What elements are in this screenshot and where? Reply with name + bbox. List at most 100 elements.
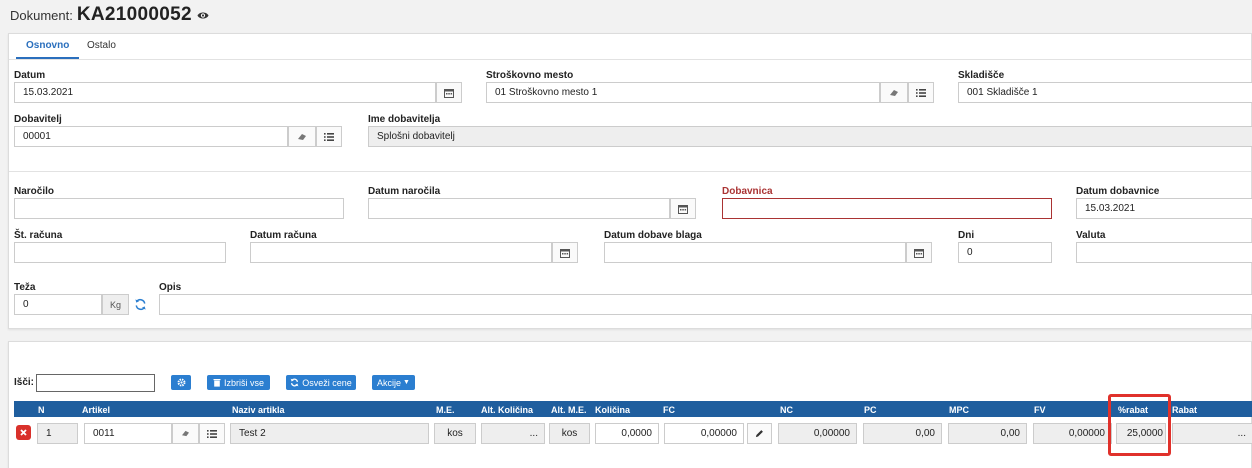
datum-label: Datum [14,70,46,81]
datum-narocila-label: Datum naročila [368,186,441,197]
column-header-mpc[interactable]: MPC [949,405,969,415]
nc-cell: 0,00000 [778,423,857,444]
ime-dobavitelja-field: Splošni dobavitelj [368,126,1252,147]
refresh-prices-button[interactable]: Osveži cene [286,375,356,390]
list-icon [916,88,926,97]
datum-narocila-calendar-button[interactable] [670,198,696,219]
main-form-panel [8,33,1252,329]
form-divider [9,171,1251,172]
tab-ostalo[interactable]: Ostalo [77,39,126,59]
column-header-rabat[interactable]: Rabat [1172,405,1197,415]
tab-osnovno[interactable]: Osnovno [16,39,80,59]
pc-cell: 0,00 [863,423,942,444]
alt-me-cell: kos [549,423,590,444]
column-header-fv[interactable]: FV [1034,405,1046,415]
refresh-icon [290,378,299,387]
column-header-alt-me[interactable]: Alt. M.E. [551,405,587,415]
column-header-nc[interactable]: NC [780,405,793,415]
delete-all-label: Izbriši vse [223,377,264,388]
stroskovno-mesto-label: Stroškovno mesto [486,70,574,81]
valuta-label: Valuta [1076,230,1106,241]
column-header-naziv-artikla[interactable]: Naziv artikla [232,405,285,415]
ime-dobavitelja-label: Ime dobavitelja [368,114,441,125]
eraser-icon [298,133,306,140]
actions-dropdown-button[interactable]: Akcije ▼ [372,375,415,390]
me-cell: kos [434,423,476,444]
caret-down-icon: ▼ [403,379,410,386]
dobavnica-field[interactable] [722,198,1052,219]
narocilo-field[interactable] [14,198,344,219]
edit-price-button[interactable] [747,423,772,444]
delete-row-button[interactable] [16,425,31,440]
refresh-prices-label: Osveži cene [302,377,352,388]
eye-icon[interactable] [197,9,209,23]
document-title: Dokument: KA21000052 [10,4,209,28]
column-header-alt-kolicina[interactable]: Alt. Količina [481,405,533,415]
search-input[interactable] [36,374,155,392]
artikel-list-button[interactable] [199,423,225,444]
column-header-fc[interactable]: FC [663,405,675,415]
st-racuna-label: Št. računa [14,230,63,241]
calendar-icon [914,248,924,258]
datum-racuna-calendar-button[interactable] [552,242,578,263]
calendar-icon [678,204,688,214]
calendar-icon [444,88,454,98]
valuta-field[interactable] [1076,242,1252,263]
stroskovno-mesto-field[interactable]: 01 Stroškovno mesto 1 [486,82,880,103]
fc-cell[interactable]: 0,00000 [664,423,744,444]
column-header-artikel[interactable]: Artikel [82,405,110,415]
dobavitelj-field[interactable]: 00001 [14,126,288,147]
naziv-artikla-cell: Test 2 [230,423,429,444]
datum-racuna-field[interactable] [250,242,552,263]
items-table-header [14,401,1252,417]
dni-label: Dni [958,230,975,241]
eraser-icon [890,89,898,96]
column-header-n[interactable]: N [38,405,45,415]
kolicina-cell[interactable]: 0,0000 [595,423,659,444]
datum-field[interactable]: 15.03.2021 [14,82,436,103]
stroskovno-mesto-list-button[interactable] [908,82,934,103]
tabs-divider [9,59,1251,60]
dobavitelj-clear-button[interactable] [288,126,316,147]
column-header-me[interactable]: M.E. [436,405,455,415]
datum-dobavnice-field[interactable]: 15.03.2021 [1076,198,1252,219]
list-icon [324,132,334,141]
settings-button[interactable] [171,375,191,390]
dobavitelj-list-button[interactable] [316,126,342,147]
opis-label: Opis [159,282,182,293]
datum-dobavnice-label: Datum dobavnice [1076,186,1160,197]
mpc-cell: 0,00 [948,423,1027,444]
datum-dobave-field[interactable] [604,242,906,263]
datum-dobave-calendar-button[interactable] [906,242,932,263]
delete-all-button[interactable]: Izbriši vse [207,375,270,390]
artikel-cell[interactable]: 0011 [84,423,172,444]
datum-racuna-label: Datum računa [250,230,317,241]
st-racuna-field[interactable] [14,242,226,263]
calendar-icon [560,248,570,258]
opis-field[interactable] [159,294,1252,315]
list-icon [207,429,217,438]
rabat-cell: ... [1172,423,1252,444]
stroskovno-mesto-clear-button[interactable] [880,82,908,103]
teza-field[interactable]: 0 [14,294,102,315]
column-header-pc[interactable]: PC [864,405,877,415]
search-label: Išči: [14,377,35,388]
pencil-icon [755,430,763,438]
artikel-clear-button[interactable] [172,423,199,444]
document-number: KA21000052 [76,4,192,25]
teza-label: Teža [14,282,36,293]
dobavitelj-label: Dobavitelj [14,114,62,125]
document-label: Dokument: [10,8,73,23]
datum-narocila-field[interactable] [368,198,670,219]
skladisce-field[interactable]: 001 Skladišče 1 [958,82,1252,103]
alt-kolicina-cell: ... [481,423,545,444]
refresh-weight-icon[interactable] [134,298,148,312]
actions-label: Akcije [377,377,402,388]
dni-field[interactable]: 0 [958,242,1052,263]
datum-calendar-button[interactable] [436,82,462,103]
teza-unit: Kg [102,294,129,315]
column-header-kolicina[interactable]: Količina [595,405,630,415]
datum-dobave-label: Datum dobave blaga [604,230,702,241]
row-number-cell: 1 [37,423,78,444]
gear-icon [177,378,185,387]
